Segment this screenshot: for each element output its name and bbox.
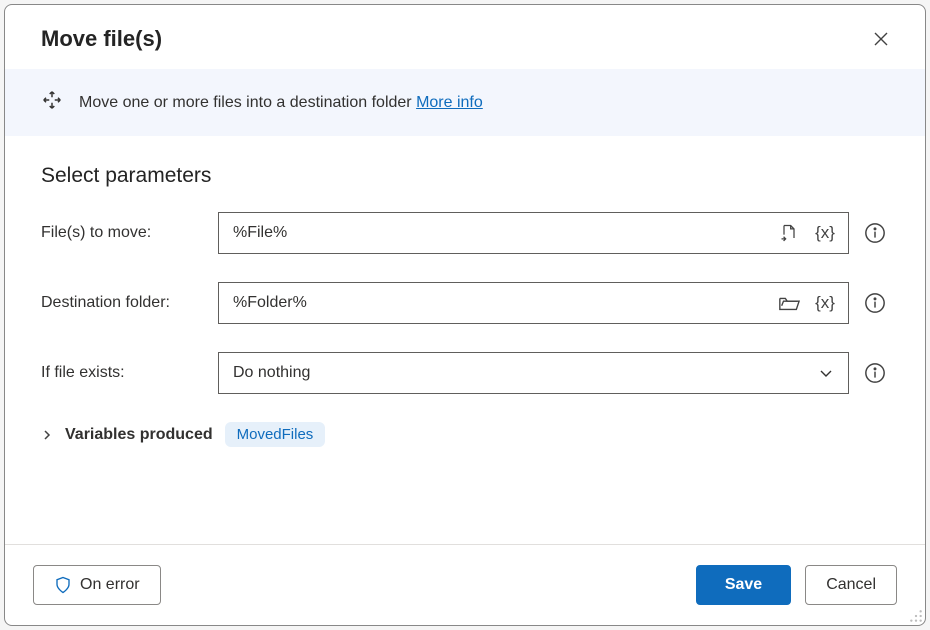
select-folder-button[interactable] xyxy=(774,288,804,318)
move-files-dialog: Move file(s) Move one or more files into… xyxy=(4,4,926,626)
variable-picker-button-files[interactable]: {x} xyxy=(810,218,840,248)
folder-picker-icon xyxy=(778,293,800,313)
info-button-folder[interactable] xyxy=(861,289,889,317)
label-files-to-move: File(s) to move: xyxy=(41,224,206,242)
info-icon xyxy=(864,292,886,314)
resize-grip-icon[interactable] xyxy=(909,609,923,623)
dialog-footer: On error Save Cancel xyxy=(5,544,925,625)
variable-picker-button-folder[interactable]: {x} xyxy=(810,288,840,318)
destination-folder-input[interactable] xyxy=(233,283,768,323)
chevron-right-icon xyxy=(41,429,53,441)
input-wrap-files: {x} xyxy=(218,212,849,254)
variables-produced-label: Variables produced xyxy=(65,426,213,444)
file-picker-icon xyxy=(779,223,799,243)
files-to-move-input[interactable] xyxy=(233,213,768,253)
dialog-title: Move file(s) xyxy=(41,26,162,52)
row-files-to-move: File(s) to move: {x} xyxy=(41,212,889,254)
dialog-header: Move file(s) xyxy=(5,5,925,69)
footer-right: Save Cancel xyxy=(696,565,897,605)
close-button[interactable] xyxy=(865,23,897,55)
section-title: Select parameters xyxy=(41,164,889,188)
close-icon xyxy=(873,31,889,47)
description-text: Move one or more files into a destinatio… xyxy=(79,94,483,112)
label-if-file-exists: If file exists: xyxy=(41,364,206,382)
cancel-button[interactable]: Cancel xyxy=(805,565,897,605)
label-destination-folder: Destination folder: xyxy=(41,294,206,312)
shield-icon xyxy=(54,576,72,594)
chevron-down-icon xyxy=(818,365,834,381)
more-info-link[interactable]: More info xyxy=(416,94,483,111)
if-file-exists-value: Do nothing xyxy=(233,364,310,382)
info-icon xyxy=(864,362,886,384)
info-button-exists[interactable] xyxy=(861,359,889,387)
row-destination-folder: Destination folder: {x} xyxy=(41,282,889,324)
dialog-content: Select parameters File(s) to move: {x} xyxy=(5,136,925,544)
description-bar: Move one or more files into a destinatio… xyxy=(5,69,925,136)
move-arrows-icon xyxy=(41,89,63,116)
input-wrap-folder: {x} xyxy=(218,282,849,324)
if-file-exists-select[interactable]: Do nothing xyxy=(218,352,849,394)
on-error-button[interactable]: On error xyxy=(33,565,161,605)
select-file-button[interactable] xyxy=(774,218,804,248)
info-button-files[interactable] xyxy=(861,219,889,247)
info-icon xyxy=(864,222,886,244)
variables-produced-row[interactable]: Variables produced MovedFiles xyxy=(41,422,889,447)
save-button[interactable]: Save xyxy=(696,565,791,605)
variable-icon: {x} xyxy=(815,293,835,313)
variable-pill-movedfiles[interactable]: MovedFiles xyxy=(225,422,326,447)
variable-icon: {x} xyxy=(815,223,835,243)
row-if-file-exists: If file exists: Do nothing xyxy=(41,352,889,394)
